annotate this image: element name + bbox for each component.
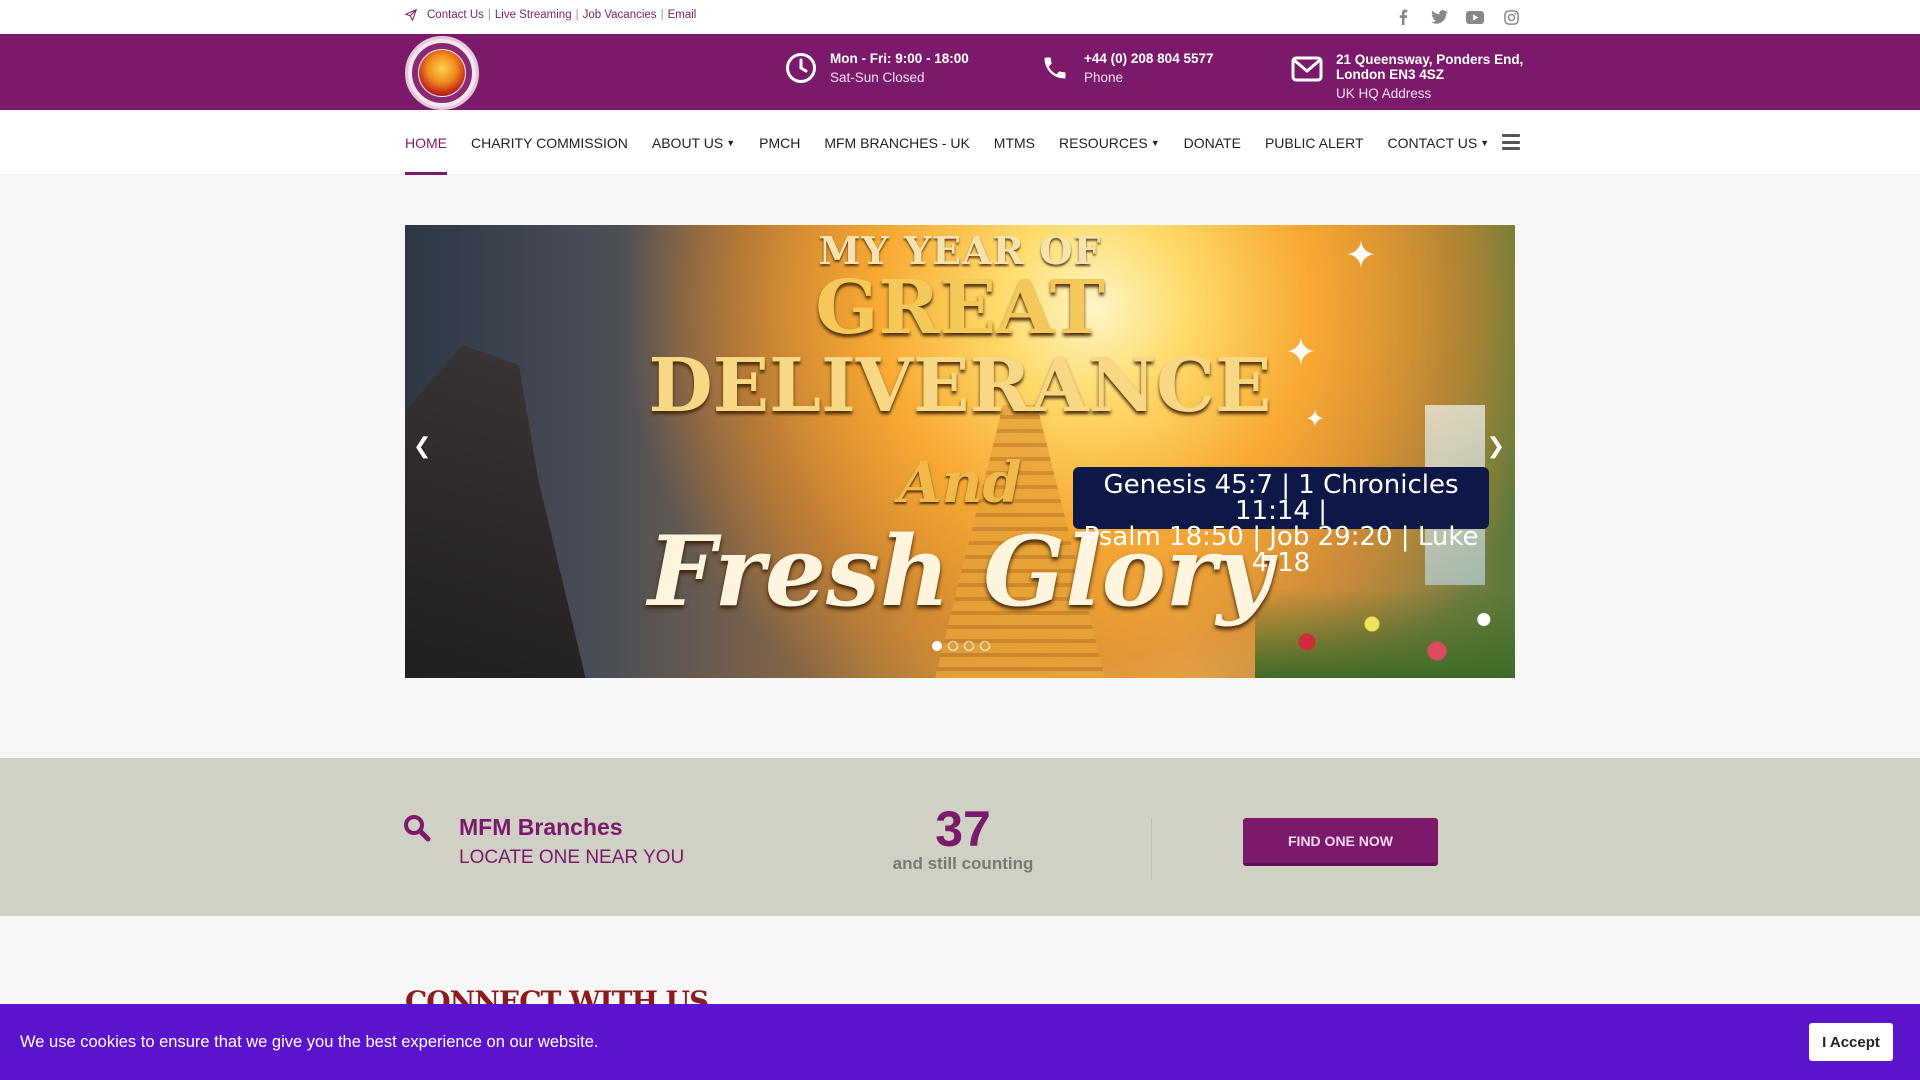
address-info: 21 Queensway, Ponders End, London EN3 4S… — [1290, 52, 1526, 101]
paper-plane-icon — [405, 9, 417, 21]
hq-address: 21 Queensway, Ponders End, London EN3 4S… — [1336, 52, 1524, 82]
hours-weekend: Sat-Sun Closed — [830, 70, 925, 85]
branch-count-label: and still counting — [892, 854, 1034, 873]
nav-contact-us[interactable]: CONTACT US ▼ — [1388, 110, 1490, 175]
church-logo[interactable] — [405, 36, 479, 110]
top-link-live-streaming[interactable]: Live Streaming — [495, 9, 572, 21]
hours-weekdays: Mon - Fri: 9:00 - 18:00 — [830, 51, 969, 66]
slider-dot-3[interactable] — [964, 641, 974, 651]
nav-public-alert-label: PUBLIC ALERT — [1264, 134, 1364, 151]
slider-dot-2[interactable] — [948, 641, 958, 651]
separator: | — [575, 9, 579, 21]
nav-charity-commission-label: CHARITY COMMISSION — [471, 134, 628, 151]
nav-pmch-label: PMCH — [759, 134, 801, 151]
nav-mfm-branches-uk[interactable]: MFM BRANCHES - UK — [824, 110, 969, 175]
nav-mtms[interactable]: MTMS — [994, 110, 1035, 175]
slider-prev-arrow-icon[interactable]: ❮ — [413, 433, 431, 459]
branches-section: MFM Branches LOCATE ONE NEAR YOU 37 and … — [0, 758, 1920, 916]
hamburger-menu-icon[interactable] — [1502, 134, 1520, 150]
hq-address-label: UK HQ Address — [1336, 86, 1432, 101]
nav-mtms-label: MTMS — [993, 134, 1036, 151]
logo-flame-emblem — [419, 50, 465, 96]
header-band: Mon - Fri: 9:00 - 18:00 Sat-Sun Closed +… — [0, 34, 1920, 110]
nav-pmch[interactable]: PMCH — [759, 110, 800, 175]
nav-public-alert[interactable]: PUBLIC ALERT — [1265, 110, 1364, 175]
twitter-icon[interactable] — [1430, 8, 1448, 26]
separator: | — [660, 9, 664, 21]
nav-about-us-label: ABOUT US — [651, 134, 724, 151]
slider-pagination — [932, 641, 990, 651]
find-one-now-button[interactable]: FIND ONE NOW — [1243, 818, 1438, 866]
clock-icon — [784, 51, 818, 85]
branches-title: MFM Branches — [459, 814, 623, 840]
slider-dot-4[interactable] — [980, 641, 990, 651]
top-link-job-vacancies[interactable]: Job Vacancies — [583, 9, 657, 21]
slide-title-line2: GREAT — [815, 265, 1105, 351]
cookie-message: We use cookies to ensure that we give yo… — [20, 1033, 599, 1051]
nav-donate-label: DONATE — [1183, 134, 1241, 151]
phone-info: +44 (0) 208 804 5577 Phone — [1038, 51, 1213, 85]
chevron-down-icon: ▼ — [726, 137, 736, 148]
divider — [1151, 818, 1152, 880]
envelope-icon — [1290, 52, 1324, 86]
top-link-email[interactable]: Email — [668, 9, 697, 21]
hero-slider[interactable]: ✦ ✦ ✦ MY YEAR OF GREAT DELIVERANCE And F… — [405, 225, 1515, 678]
branches-subtitle: LOCATE ONE NEAR YOU — [459, 847, 685, 868]
search-icon — [404, 815, 431, 842]
top-link-contact-us[interactable]: Contact Us — [427, 9, 484, 21]
scripture-line2: Psalm 18:50 | Job 29:20 | Luke 4:18 — [1083, 522, 1479, 578]
nav-about-us[interactable]: ABOUT US ▼ — [652, 110, 735, 175]
instagram-icon[interactable] — [1502, 8, 1520, 26]
separator: | — [487, 9, 491, 21]
phone-icon — [1038, 51, 1072, 85]
chevron-down-icon: ▼ — [1150, 137, 1160, 148]
nav-home-label: HOME — [405, 134, 447, 151]
top-links: Contact Us | Live Streaming | Job Vacanc… — [405, 9, 696, 21]
nav-donate[interactable]: DONATE — [1184, 110, 1241, 175]
branch-count: 37 — [935, 801, 991, 857]
scripture-line1: Genesis 45:7 | 1 Chronicles 11:14 | — [1103, 470, 1459, 526]
opening-hours: Mon - Fri: 9:00 - 18:00 Sat-Sun Closed — [784, 51, 969, 85]
top-bar: Contact Us | Live Streaming | Job Vacanc… — [0, 0, 1920, 34]
slider-next-arrow-icon[interactable]: ❯ — [1487, 433, 1505, 459]
chevron-down-icon: ▼ — [1480, 137, 1490, 148]
youtube-icon[interactable] — [1466, 8, 1484, 26]
nav-resources-label: RESOURCES — [1059, 134, 1148, 151]
phone-number[interactable]: +44 (0) 208 804 5577 — [1084, 51, 1213, 66]
slider-dot-1[interactable] — [932, 641, 942, 651]
cookie-banner: We use cookies to ensure that we give yo… — [0, 1004, 1920, 1080]
social-links — [1394, 8, 1520, 26]
nav-home[interactable]: HOME — [405, 110, 447, 175]
accept-cookies-button[interactable]: I Accept — [1809, 1023, 1893, 1061]
nav-contact-us-label: CONTACT US — [1387, 134, 1478, 151]
scripture-box: Genesis 45:7 | 1 Chronicles 11:14 | Psal… — [1073, 467, 1489, 576]
nav-resources[interactable]: RESOURCES ▼ — [1059, 110, 1160, 175]
main-navigation: HOME CHARITY COMMISSION ABOUT US ▼ PMCH M… — [0, 110, 1920, 175]
slide-title-line3: DELIVERANCE — [648, 343, 1272, 429]
phone-label: Phone — [1084, 70, 1124, 85]
nav-charity-commission[interactable]: CHARITY COMMISSION — [471, 110, 628, 175]
facebook-icon[interactable] — [1394, 8, 1412, 26]
nav-mfm-branches-label: MFM BRANCHES - UK — [824, 134, 970, 151]
